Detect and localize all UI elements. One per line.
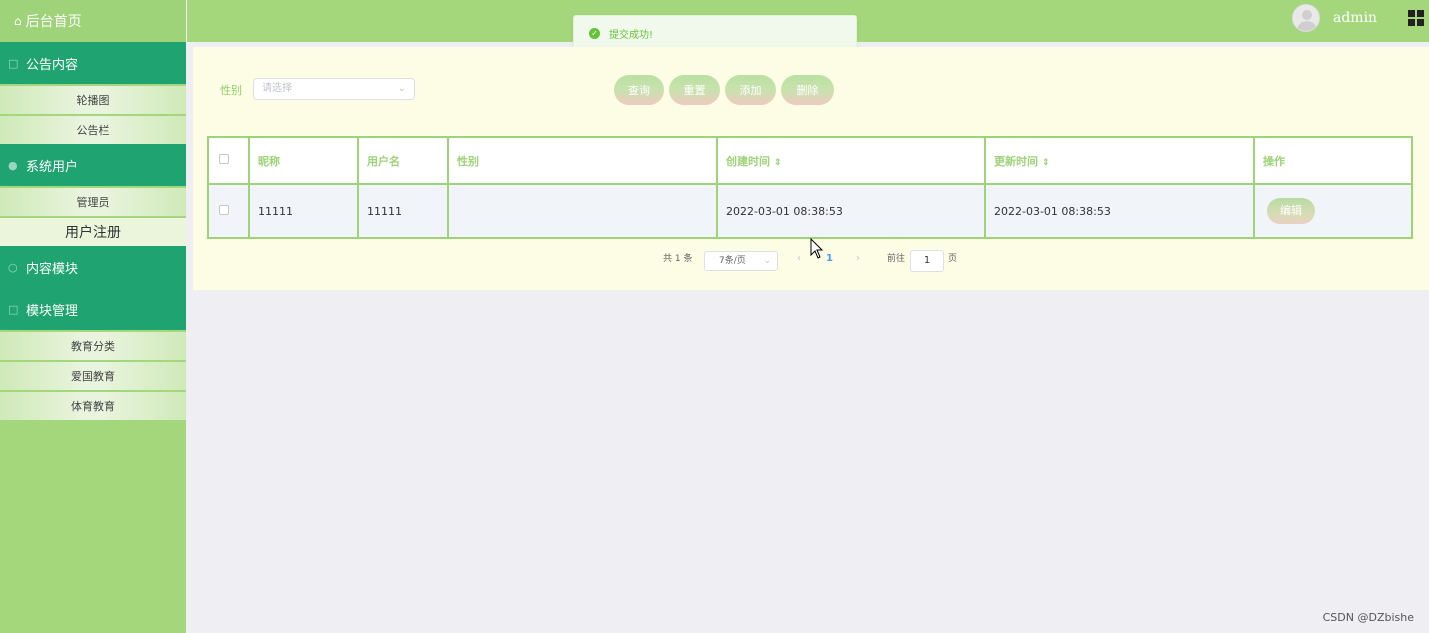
username[interactable]: admin (1333, 10, 1377, 26)
edit-button[interactable]: 编辑 (1267, 198, 1315, 224)
sidebar-item-label: 管理员 (76, 196, 110, 209)
select-all-cell (207, 136, 250, 185)
success-toast: ✓ 提交成功! (573, 15, 857, 51)
sidebar-group-module-management[interactable]: □ 模块管理 (0, 288, 186, 330)
cell-actions: 编辑 (1253, 183, 1413, 239)
column-label: 用户名 (367, 154, 400, 168)
sidebar-home-label: 后台首页 (25, 14, 82, 30)
user-icon: ● (8, 158, 18, 172)
delete-button[interactable]: 删除 (781, 75, 834, 105)
sidebar-item-education-category[interactable]: 教育分类 (0, 332, 186, 360)
column-label: 性别 (457, 154, 479, 168)
goto-prefix: 前往 (887, 254, 906, 264)
column-gender: 性别 (447, 136, 718, 185)
cell-username: 11111 (357, 183, 449, 239)
sidebar-item-carousel[interactable]: 轮播图 (0, 86, 186, 114)
gender-filter-label: 性别 (220, 84, 242, 97)
column-created-time[interactable]: 创建时间 ⇕ (716, 136, 986, 185)
toast-message: 提交成功! (609, 29, 654, 41)
sidebar-group-label: 系统用户 (26, 159, 79, 175)
column-nickname: 昵称 (248, 136, 359, 185)
sidebar-home[interactable]: ⌂ 后台首页 (0, 0, 186, 42)
page-size-value: 7条/页 (719, 256, 746, 266)
reset-button[interactable]: 重置 (669, 75, 720, 105)
sidebar-group-system-users[interactable]: ● 系统用户 (0, 144, 186, 186)
sidebar-item-label: 公告栏 (76, 124, 110, 137)
gender-select-placeholder: 请选择 (262, 83, 292, 94)
sidebar-item-patriotic-education[interactable]: 爱国教育 (0, 362, 186, 390)
column-label: 创建时间 (726, 154, 770, 168)
page-size-select[interactable]: 7条/页 ⌄ (704, 251, 778, 271)
sidebar-item-label: 轮播图 (76, 94, 110, 107)
check-circle-icon: ✓ (589, 27, 600, 39)
table-row: 11111 11111 2022-03-01 08:38:53 2022-03-… (207, 183, 1413, 239)
module-icon: ○ (8, 260, 18, 274)
gender-select[interactable]: 请选择 ⌄ (253, 78, 415, 100)
column-label: 更新时间 (994, 154, 1038, 168)
goto-suffix: 页 (948, 254, 958, 264)
cell-nickname: 11111 (248, 183, 359, 239)
settings-icon: □ (8, 302, 19, 316)
home-icon: ⌂ (14, 14, 22, 28)
user-table: 昵称 用户名 性别 创建时间 ⇕ 更新时间 ⇕ 操作 11111 11111 202… (207, 136, 1413, 239)
sidebar-item-label: 用户注册 (65, 225, 121, 241)
announcement-icon: □ (8, 56, 19, 70)
row-checkbox[interactable] (219, 204, 229, 215)
mouse-cursor-icon (810, 238, 824, 259)
chevron-down-icon: ⌄ (397, 83, 406, 94)
column-updated-time[interactable]: 更新时间 ⇕ (984, 136, 1255, 185)
sidebar-group-label: 公告内容 (26, 57, 79, 73)
table-header-row: 昵称 用户名 性别 创建时间 ⇕ 更新时间 ⇕ 操作 (207, 136, 1413, 185)
cell-gender (447, 183, 718, 239)
sidebar-item-label: 体育教育 (71, 400, 115, 413)
apps-grid-icon[interactable] (1408, 10, 1424, 26)
cell-created-time: 2022-03-01 08:38:53 (716, 183, 986, 239)
current-page[interactable]: 1 (826, 253, 833, 264)
sidebar-group-announcements[interactable]: □ 公告内容 (0, 42, 186, 84)
prev-page-icon[interactable]: ‹ (797, 253, 801, 264)
column-label: 昵称 (258, 154, 280, 168)
sidebar-item-admin[interactable]: 管理员 (0, 188, 186, 216)
sidebar-item-label: 爱国教育 (71, 370, 115, 383)
sidebar-group-label: 模块管理 (26, 303, 79, 319)
chevron-down-icon: ⌄ (763, 256, 771, 266)
goto-page-input[interactable]: 1 (910, 250, 944, 272)
next-page-icon[interactable]: › (856, 253, 860, 264)
column-username: 用户名 (357, 136, 449, 185)
pagination-total: 共 1 条 (663, 254, 693, 264)
watermark: CSDN @DZbishe (1322, 611, 1414, 624)
sidebar-item-bulletin[interactable]: 公告栏 (0, 116, 186, 144)
column-label: 操作 (1263, 154, 1285, 168)
sidebar: ⌂ 后台首页 □ 公告内容 轮播图 公告栏 ● 系统用户 管理员 用户注册 ○ … (0, 0, 186, 633)
column-actions: 操作 (1253, 136, 1413, 185)
sidebar-group-content-module[interactable]: ○ 内容模块 (0, 246, 186, 288)
sidebar-item-user-register[interactable]: 用户注册 (0, 218, 186, 246)
query-button[interactable]: 查询 (614, 75, 664, 105)
avatar[interactable] (1292, 4, 1320, 32)
sidebar-group-label: 内容模块 (26, 261, 79, 277)
cell-updated-time: 2022-03-01 08:38:53 (984, 183, 1255, 239)
sidebar-item-label: 教育分类 (71, 340, 115, 353)
select-all-checkbox[interactable] (219, 154, 229, 164)
row-select-cell (207, 183, 250, 239)
sort-icon[interactable]: ⇕ (774, 158, 782, 168)
add-button[interactable]: 添加 (725, 75, 776, 105)
sidebar-item-sports-education[interactable]: 体育教育 (0, 392, 186, 420)
sort-icon[interactable]: ⇕ (1042, 158, 1050, 168)
